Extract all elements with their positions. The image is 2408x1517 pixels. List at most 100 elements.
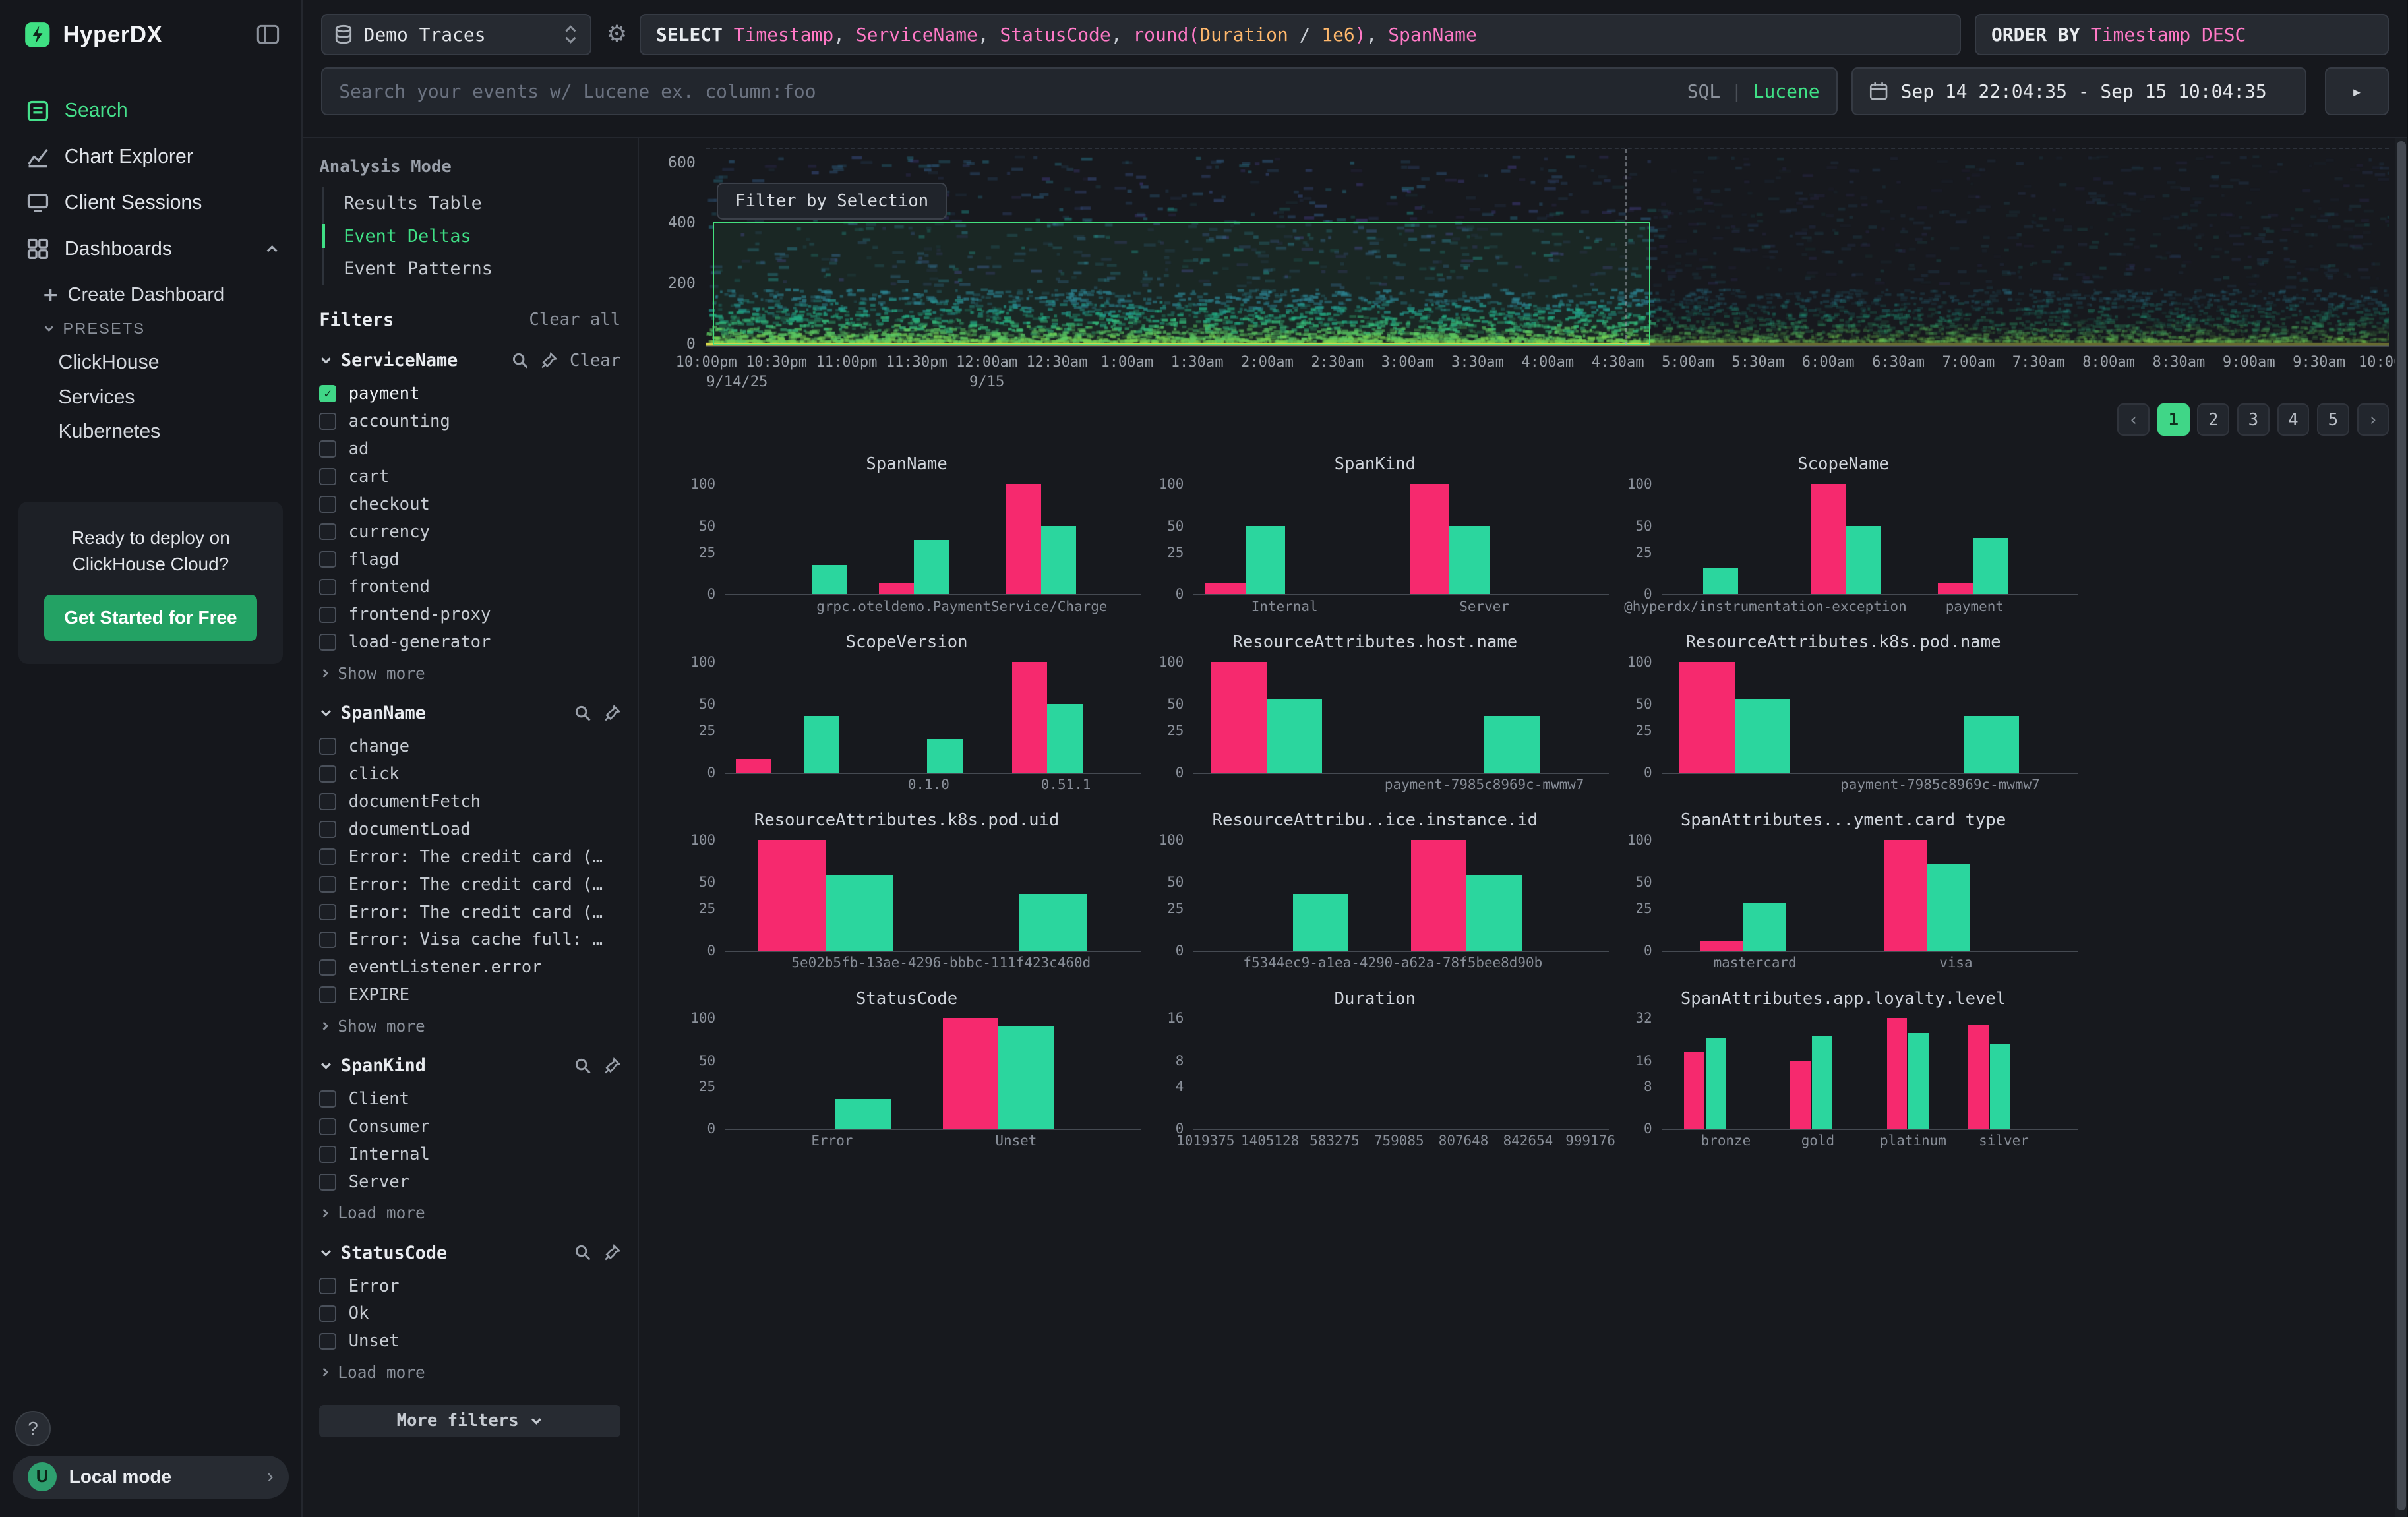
preset-clickhouse[interactable]: ClickHouse	[0, 345, 301, 380]
checkbox-icon[interactable]	[319, 1278, 336, 1295]
checkbox-icon[interactable]	[319, 1090, 336, 1108]
bar-pink[interactable]	[1411, 840, 1466, 951]
load-more-button[interactable]: Load more	[319, 1203, 620, 1222]
filter-checkbox-Internal[interactable]: Internal	[319, 1141, 620, 1168]
load-more-button[interactable]: Load more	[319, 1363, 620, 1382]
sql-select-input[interactable]: SELECT Timestamp, ServiceName, StatusCod…	[640, 14, 1961, 55]
checkbox-icon[interactable]	[319, 551, 336, 568]
bar-pink[interactable]	[736, 759, 771, 773]
bar-green[interactable]	[1449, 526, 1490, 594]
run-query-button[interactable]: ▸	[2325, 67, 2390, 115]
sidebar-item-dashboards[interactable]: Dashboards	[0, 226, 301, 272]
bar-green[interactable]	[1973, 538, 2009, 594]
filter-checkbox-Consumer[interactable]: Consumer	[319, 1113, 620, 1141]
filter-checkbox-frontend-proxy[interactable]: frontend-proxy	[319, 601, 620, 628]
analysis-mode-option-event-deltas[interactable]: Event Deltas	[324, 220, 620, 253]
bar-green[interactable]	[1293, 894, 1348, 950]
bar-pink[interactable]	[1410, 484, 1450, 595]
create-dashboard-button[interactable]: Create Dashboard	[0, 278, 301, 312]
bar-pink[interactable]	[1884, 840, 1927, 951]
search-icon[interactable]	[574, 1244, 591, 1261]
pagination-next[interactable]: ›	[2357, 403, 2390, 436]
checkbox-icon[interactable]	[319, 634, 336, 651]
mini-chart-plot[interactable]	[725, 660, 1141, 773]
bar-green[interactable]	[1047, 704, 1083, 772]
bar-green[interactable]	[1743, 903, 1786, 950]
pin-icon[interactable]	[604, 705, 621, 722]
bar-pink[interactable]	[1205, 583, 1246, 595]
sidebar-item-client-sessions[interactable]: Client Sessions	[0, 180, 301, 226]
pagination-page-3[interactable]: 3	[2237, 403, 2270, 436]
pagination-page-2[interactable]: 2	[2197, 403, 2229, 436]
bar-green[interactable]	[1735, 699, 1790, 772]
filter-checkbox-click[interactable]: click	[319, 760, 620, 788]
preset-services[interactable]: Services	[0, 380, 301, 415]
bar-green[interactable]	[1466, 875, 1522, 951]
analysis-mode-option-event-patterns[interactable]: Event Patterns	[324, 253, 620, 285]
mini-chart-plot[interactable]	[1662, 660, 2078, 773]
bar-pink[interactable]	[879, 583, 915, 595]
bar-green[interactable]	[1812, 1036, 1832, 1129]
filter-checkbox-eventListener-error[interactable]: eventListener.error	[319, 953, 620, 981]
clear-filter-button[interactable]: Clear	[570, 351, 620, 371]
bar-green[interactable]	[1706, 1038, 1726, 1129]
bar-green[interactable]	[914, 540, 949, 594]
pagination-page-4[interactable]: 4	[2277, 403, 2310, 436]
source-select[interactable]: Demo Traces	[321, 14, 591, 55]
filter-checkbox-change[interactable]: change	[319, 732, 620, 760]
bar-green[interactable]	[1927, 864, 1970, 951]
filter-checkbox-checkout[interactable]: checkout	[319, 491, 620, 518]
filter-checkbox-cart[interactable]: cart	[319, 463, 620, 491]
bar-green[interactable]	[1846, 526, 1881, 594]
bar-pink[interactable]	[1211, 662, 1267, 773]
pagination-page-5[interactable]: 5	[2317, 403, 2349, 436]
filter-group-header-SpanName[interactable]: SpanName	[319, 703, 620, 723]
checkbox-icon[interactable]	[319, 959, 336, 976]
filter-checkbox-documentLoad[interactable]: documentLoad	[319, 816, 620, 843]
pagination-page-1[interactable]: 1	[2157, 403, 2190, 436]
search-icon[interactable]	[574, 705, 591, 722]
sidebar-item-search[interactable]: Search	[0, 88, 301, 134]
pagination-prev[interactable]: ‹	[2117, 403, 2150, 436]
bar-green[interactable]	[826, 875, 893, 951]
checkbox-icon[interactable]	[319, 793, 336, 810]
filter-checkbox-Error-Visa-cache-full-[interactable]: Error: Visa cache full: …	[319, 926, 620, 953]
filter-checkbox-load-generator[interactable]: load-generator	[319, 628, 620, 656]
filter-checkbox-Server[interactable]: Server	[319, 1168, 620, 1196]
scrollbar[interactable]	[2395, 138, 2408, 1517]
mini-chart-plot[interactable]	[1193, 482, 1609, 595]
mini-chart-plot[interactable]	[725, 1016, 1141, 1129]
bar-green[interactable]	[1964, 716, 2019, 772]
filter-checkbox-frontend[interactable]: frontend	[319, 574, 620, 601]
mini-chart-plot[interactable]	[725, 838, 1141, 951]
heatmap-plot[interactable]: Filter by Selection	[706, 148, 2389, 347]
bar-green[interactable]	[1908, 1033, 1928, 1129]
bar-pink[interactable]	[1012, 662, 1048, 773]
mini-chart-plot[interactable]	[1662, 482, 2078, 595]
checkbox-icon[interactable]	[319, 1146, 336, 1163]
mode-lucene[interactable]: Lucene	[1753, 80, 1820, 102]
filter-group-header-StatusCode[interactable]: StatusCode	[319, 1243, 620, 1263]
pin-icon[interactable]	[541, 352, 558, 369]
checkbox-icon[interactable]	[319, 738, 336, 755]
bar-green[interactable]	[835, 1099, 891, 1128]
checkbox-icon[interactable]	[319, 1333, 336, 1350]
bar-green[interactable]	[927, 739, 963, 772]
gear-icon[interactable]: ⚙	[607, 21, 627, 47]
checkbox-icon[interactable]	[319, 579, 336, 596]
filter-checkbox-accounting[interactable]: accounting	[319, 407, 620, 435]
checkbox-icon[interactable]	[319, 932, 336, 949]
analysis-mode-option-results-table[interactable]: Results Table	[324, 187, 620, 220]
mini-chart-plot[interactable]	[1193, 660, 1609, 773]
order-by-input[interactable]: ORDER BY Timestamp DESC	[1975, 14, 2390, 55]
date-range-picker[interactable]: Sep 14 22:04:35 - Sep 15 10:04:35	[1851, 67, 2306, 115]
show-more-button[interactable]: Show more	[319, 1017, 620, 1036]
checkbox-icon[interactable]	[319, 523, 336, 541]
filter-by-selection-button[interactable]: Filter by Selection	[717, 183, 946, 220]
bar-pink[interactable]	[1006, 484, 1041, 595]
checkbox-icon[interactable]	[319, 468, 336, 485]
filter-checkbox-Error-The-credit-card-[interactable]: Error: The credit card (…	[319, 871, 620, 899]
checkbox-icon[interactable]	[319, 765, 336, 783]
bar-pink[interactable]	[1679, 662, 1735, 773]
checkbox-icon[interactable]	[319, 986, 336, 1003]
